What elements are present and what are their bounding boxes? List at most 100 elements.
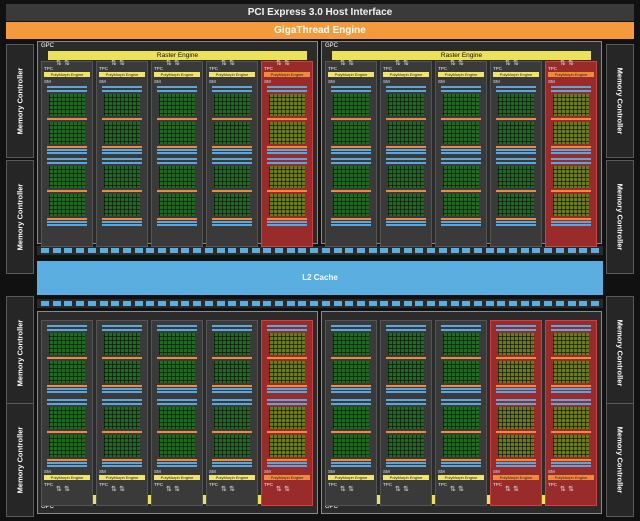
dispatch-stripe — [102, 218, 142, 220]
dispatch-stripe — [212, 431, 252, 433]
crossbar-link — [134, 301, 143, 306]
dispatch-stripe — [551, 357, 591, 359]
crossbar-link — [450, 248, 459, 253]
cache-stripe — [212, 399, 252, 401]
sm-block — [386, 399, 426, 469]
sm-block — [102, 158, 142, 228]
cuda-core-array — [159, 333, 195, 355]
cache-stripe — [551, 86, 591, 88]
cache-stripe — [212, 329, 252, 331]
crossbar-link — [111, 248, 120, 253]
cache-stripe — [47, 149, 87, 151]
cuda-core-array — [269, 435, 305, 457]
dispatch-stripe — [386, 385, 426, 387]
cuda-core-array — [498, 194, 534, 216]
crossbar-link — [345, 301, 354, 306]
gpc-top-right: GPC Raster Engine ⇅ ⇅ TPC PolyMorph Engine SM… — [321, 41, 602, 247]
crossbar-top — [37, 246, 603, 255]
sm-block — [386, 325, 426, 395]
crossbar-link — [286, 248, 295, 253]
cache-stripe — [157, 86, 197, 88]
cache-stripe — [386, 149, 426, 151]
cache-stripe — [551, 149, 591, 151]
cache-stripe — [551, 158, 591, 160]
crossbar-link — [544, 301, 553, 306]
sm-block — [102, 325, 142, 395]
crossbar-bottom — [37, 299, 603, 308]
cuda-core-array — [49, 194, 85, 216]
cache-stripe — [47, 221, 87, 223]
cache-stripe — [267, 465, 307, 467]
sm-block — [551, 158, 591, 228]
sm-label: SM — [383, 469, 390, 474]
dispatch-stripe — [551, 385, 591, 387]
cuda-core-array — [553, 94, 589, 116]
sm-label: SM — [99, 469, 106, 474]
sm-block — [496, 158, 536, 228]
cache-stripe — [386, 162, 426, 164]
cuda-core-array — [159, 435, 195, 457]
dispatch-stripe — [496, 431, 536, 433]
cache-stripe — [496, 465, 536, 467]
cuda-core-array — [388, 194, 424, 216]
polymorph-engine: PolyMorph Engine — [154, 72, 200, 77]
cache-stripe — [386, 391, 426, 393]
cache-stripe — [441, 152, 481, 154]
cuda-core-array — [333, 333, 369, 355]
crossbar-link — [532, 301, 541, 306]
cuda-core-array — [214, 194, 250, 216]
sm-label: SM — [438, 469, 445, 474]
crossbar-link — [473, 248, 482, 253]
crossbar-link — [392, 248, 400, 253]
cuda-core-array — [104, 122, 140, 144]
crossbar-link — [427, 248, 436, 253]
dispatch-stripe — [331, 431, 371, 433]
dispatch-stripe — [386, 357, 426, 359]
crossbar-link — [111, 301, 120, 306]
dispatch-stripe — [441, 218, 481, 220]
sm-block — [496, 86, 536, 156]
crossbar-link — [64, 248, 73, 253]
crossbar-link — [228, 248, 237, 253]
cuda-core-array — [49, 166, 85, 188]
crossbar-link — [76, 248, 85, 253]
cache-stripe — [386, 399, 426, 401]
cache-stripe — [386, 329, 426, 331]
cache-stripe — [102, 325, 142, 327]
cache-stripe — [496, 149, 536, 151]
polymorph-engine: PolyMorph Engine — [438, 72, 484, 77]
cuda-core-array — [388, 435, 424, 457]
gpc-label: GPC — [325, 43, 339, 49]
cache-stripe — [441, 403, 481, 405]
crossbar-link — [99, 301, 108, 306]
cache-stripe — [551, 391, 591, 393]
cuda-core-array — [269, 361, 305, 383]
sm-label: SM — [383, 79, 390, 84]
sm-block — [102, 399, 142, 469]
sm-label: SM — [548, 469, 555, 474]
crossbar-link — [321, 248, 330, 253]
dispatch-stripe — [47, 385, 87, 387]
cuda-core-array — [49, 407, 85, 429]
cuda-core-array — [333, 435, 369, 457]
crossbar-link — [87, 301, 96, 306]
cache-stripe — [157, 149, 197, 151]
cache-stripe — [496, 162, 536, 164]
crossbar-link — [52, 248, 61, 253]
cuda-core-array — [443, 435, 479, 457]
crossbar-link — [239, 248, 248, 253]
cuda-core-array — [159, 361, 195, 383]
cache-stripe — [496, 329, 536, 331]
sm-label: SM — [328, 469, 335, 474]
dispatch-stripe — [267, 118, 307, 120]
cuda-core-array — [333, 361, 369, 383]
cache-stripe — [386, 158, 426, 160]
dispatch-stripe — [212, 459, 252, 461]
cuda-core-array — [443, 333, 479, 355]
crossbar-link — [579, 301, 588, 306]
cache-stripe — [267, 325, 307, 327]
cache-stripe — [47, 329, 87, 331]
sm-block — [47, 158, 87, 228]
crossbar-link — [216, 301, 225, 306]
cache-stripe — [157, 388, 197, 390]
